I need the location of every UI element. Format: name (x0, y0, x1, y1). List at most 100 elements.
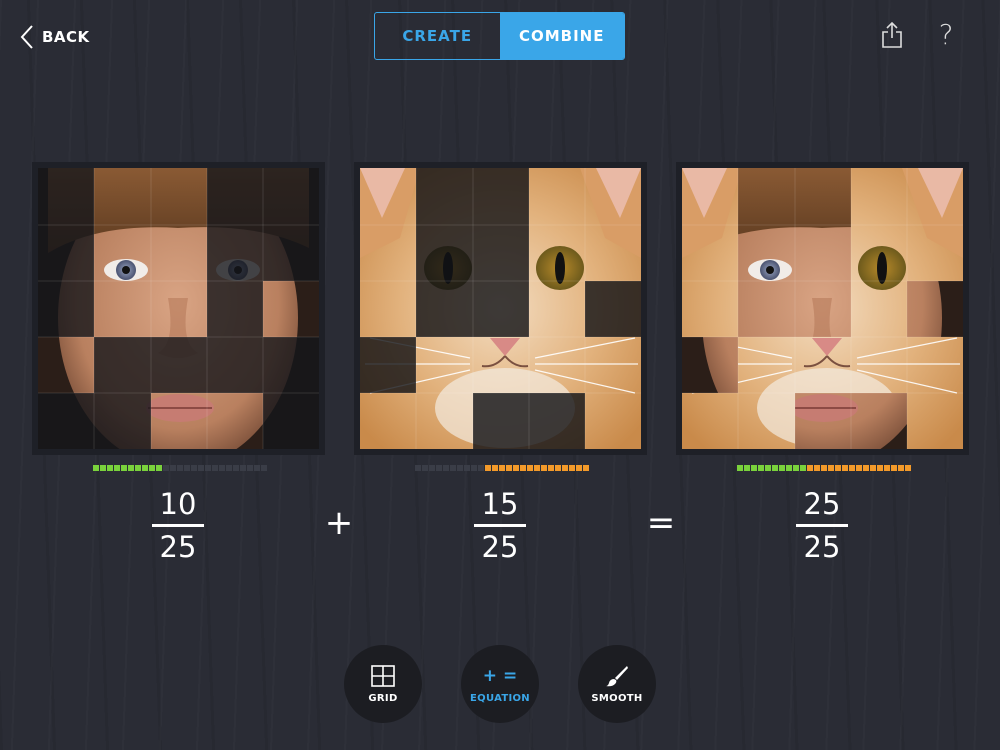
result-numerator: 25 (803, 487, 841, 521)
fraction-bar (474, 524, 526, 527)
smooth-tool-label: SMOOTH (591, 692, 643, 704)
left-fraction: 10 25 (148, 486, 208, 565)
right-image-panel[interactable] (354, 162, 647, 455)
right-denominator: 25 (481, 530, 519, 564)
smooth-tool-button[interactable]: SMOOTH (578, 645, 656, 723)
meter-segment (569, 465, 575, 471)
left-denominator: 25 (159, 530, 197, 564)
meter-segment (415, 465, 421, 471)
meter-segment (142, 465, 148, 471)
tab-combine[interactable]: COMBINE (499, 13, 624, 59)
chevron-left-icon (20, 25, 33, 49)
meter-segment (128, 465, 134, 471)
back-button[interactable]: BACK (20, 22, 90, 52)
meter-segment (170, 465, 176, 471)
grid-icon (371, 664, 395, 687)
meter-segment (786, 465, 792, 471)
meter-segment (884, 465, 890, 471)
meter-segment (807, 465, 813, 471)
meter-segment (436, 465, 442, 471)
meter-segment (506, 465, 512, 471)
right-fraction: 15 25 (470, 486, 530, 565)
meter-segment (772, 465, 778, 471)
meter-segment (198, 465, 204, 471)
meter-segment (527, 465, 533, 471)
meter-segment (898, 465, 904, 471)
meter-segment (163, 465, 169, 471)
meter-segment (779, 465, 785, 471)
meter-segment (247, 465, 253, 471)
share-icon (882, 21, 902, 48)
meter-segment (751, 465, 757, 471)
fraction-bar (152, 524, 204, 527)
right-numerator: 15 (481, 487, 519, 521)
meter-segment (233, 465, 239, 471)
meter-segment (814, 465, 820, 471)
meter-segment (429, 465, 435, 471)
equation-tool-button[interactable]: + = EQUATION (461, 645, 539, 723)
equation-tool-label: EQUATION (470, 692, 530, 704)
meter-segment (800, 465, 806, 471)
meter-segment (576, 465, 582, 471)
equals-operator: = (646, 503, 676, 543)
fraction-bar (796, 524, 848, 527)
meter-segment (485, 465, 491, 471)
meter-segment (226, 465, 232, 471)
boy-face-image (38, 168, 319, 449)
meter-segment (793, 465, 799, 471)
back-label: BACK (42, 28, 90, 46)
meter-segment (149, 465, 155, 471)
meter-segment (513, 465, 519, 471)
meter-segment (191, 465, 197, 471)
tab-create[interactable]: CREATE (375, 13, 500, 59)
meter-segment (548, 465, 554, 471)
result-progress-meter (737, 465, 911, 471)
meter-segment (835, 465, 841, 471)
meter-segment (520, 465, 526, 471)
result-denominator: 25 (803, 530, 841, 564)
meter-segment (891, 465, 897, 471)
meter-segment (177, 465, 183, 471)
meter-segment (562, 465, 568, 471)
meter-segment (457, 465, 463, 471)
meter-segment (737, 465, 743, 471)
meter-segment (863, 465, 869, 471)
meter-segment (443, 465, 449, 471)
meter-segment (93, 465, 99, 471)
combined-face-image (682, 168, 963, 449)
meter-segment (828, 465, 834, 471)
meter-segment (114, 465, 120, 471)
cat-face-image (360, 168, 641, 449)
grid-tool-button[interactable]: GRID (344, 645, 422, 723)
plus-operator: + (324, 503, 354, 543)
left-progress-meter (93, 465, 267, 471)
left-image-panel[interactable] (32, 162, 325, 455)
meter-segment (492, 465, 498, 471)
meter-segment (121, 465, 127, 471)
meter-segment (870, 465, 876, 471)
meter-segment (744, 465, 750, 471)
share-button[interactable] (878, 20, 906, 50)
left-numerator: 10 (159, 487, 197, 521)
meter-segment (107, 465, 113, 471)
meter-segment (219, 465, 225, 471)
meter-segment (534, 465, 540, 471)
meter-segment (464, 465, 470, 471)
meter-segment (758, 465, 764, 471)
meter-segment (450, 465, 456, 471)
meter-segment (842, 465, 848, 471)
result-image-panel[interactable] (676, 162, 969, 455)
meter-segment (905, 465, 911, 471)
meter-segment (541, 465, 547, 471)
meter-segment (555, 465, 561, 471)
meter-segment (205, 465, 211, 471)
meter-segment (856, 465, 862, 471)
grid-tool-label: GRID (368, 692, 398, 704)
mode-segmented-control: CREATE COMBINE (374, 12, 625, 60)
meter-segment (254, 465, 260, 471)
help-button[interactable]: ? (934, 18, 958, 52)
right-progress-meter (415, 465, 589, 471)
meter-segment (240, 465, 246, 471)
meter-segment (849, 465, 855, 471)
meter-segment (156, 465, 162, 471)
